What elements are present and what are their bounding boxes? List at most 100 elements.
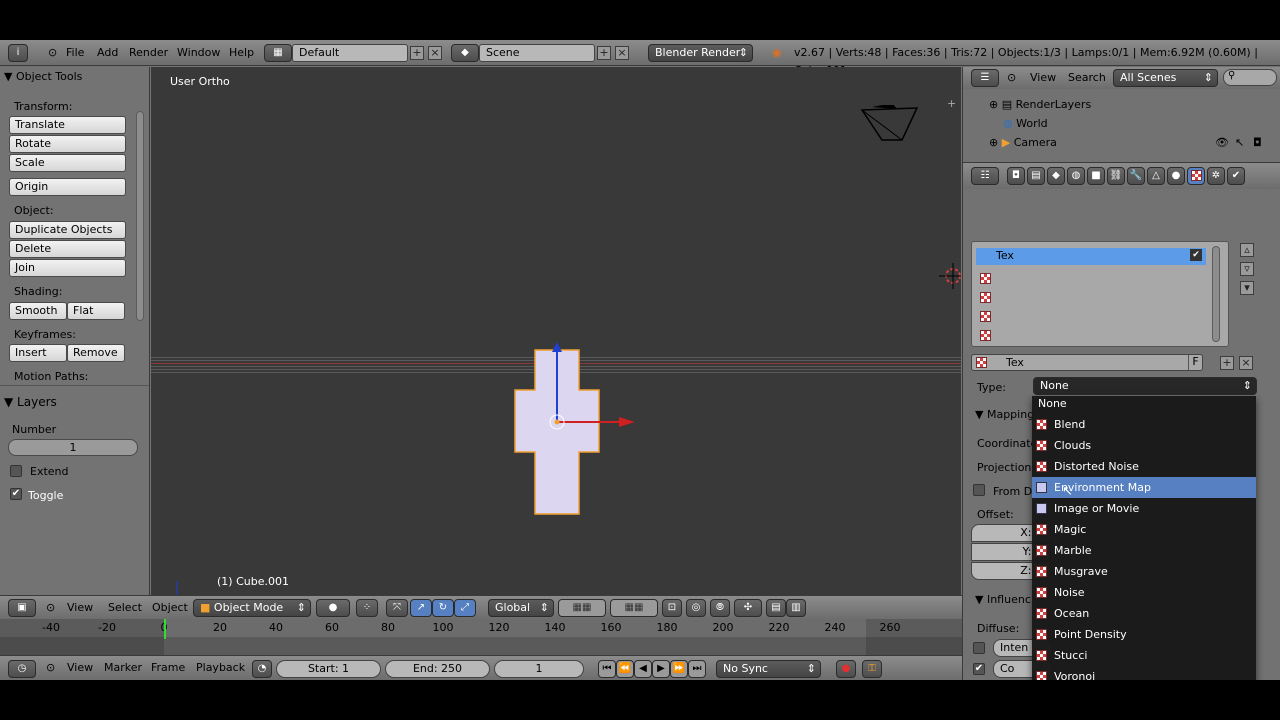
play-reverse-icon[interactable]: ◀ [634, 660, 652, 678]
add-scene-icon[interactable]: + [597, 46, 611, 60]
jump-end-icon[interactable]: ⏭ [688, 660, 706, 678]
proportional-edit-icon[interactable]: ◎ [686, 599, 706, 617]
selected-mesh-cube-001[interactable] [511, 342, 651, 522]
move-slot-up-icon[interactable]: ▵ [1240, 243, 1254, 257]
layers-panel-header[interactable]: ▼ Layers [4, 395, 57, 409]
remove-keyframe-button[interactable]: Remove [67, 344, 125, 362]
data-tab-icon[interactable]: △ [1147, 167, 1165, 185]
editor-type-outliner-icon[interactable]: ☰ [971, 69, 999, 87]
rotate-manipulator-icon[interactable]: ↻ [432, 599, 454, 617]
menu-window[interactable]: Window [177, 44, 220, 62]
renderable-camera-icon[interactable]: ◘ [1253, 133, 1262, 152]
texture-slot-empty[interactable] [980, 309, 991, 322]
remove-screen-icon[interactable]: × [428, 46, 442, 60]
menu-item-clouds[interactable]: Clouds [1032, 435, 1256, 456]
rotate-button[interactable]: Rotate [9, 135, 126, 153]
menu-view[interactable]: View [67, 660, 93, 676]
jump-keyframe-back-icon[interactable]: ⏪ [616, 660, 634, 678]
menu-file[interactable]: File [66, 44, 84, 62]
texture-datablock-field[interactable]: Tex F [971, 354, 1203, 371]
menu-view[interactable]: View [1030, 70, 1056, 86]
scene-field[interactable]: Scene [479, 44, 595, 62]
menu-item-voronoi[interactable]: Voronoi [1032, 666, 1256, 680]
start-frame-field[interactable]: Start: 1 [276, 660, 381, 678]
menu-item-marble[interactable]: Marble [1032, 540, 1256, 561]
outliner-row-camera[interactable]: ⊕ ▶ Camera [989, 133, 1057, 152]
origin-button[interactable]: Origin [9, 178, 126, 196]
material-tab-icon[interactable]: ● [1167, 167, 1185, 185]
scale-button[interactable]: Scale [9, 154, 126, 172]
add-texture-icon[interactable]: + [1220, 356, 1234, 370]
render-image-icon[interactable]: ▤ [766, 599, 786, 617]
extend-checkbox[interactable] [10, 465, 22, 477]
menu-help[interactable]: Help [229, 44, 254, 62]
menu-item-noise[interactable]: Noise [1032, 582, 1256, 603]
layers-grid-a[interactable]: ▦▦ [558, 599, 606, 617]
screen-layout-icon[interactable]: ▦ [264, 44, 292, 62]
scale-manipulator-icon[interactable]: ⤢ [454, 599, 476, 617]
translate-button[interactable]: Translate [9, 116, 126, 134]
texture-tab-icon[interactable] [1187, 167, 1205, 185]
preview-range-icon[interactable]: ◔ [252, 660, 272, 678]
texture-slot-enabled-checkbox[interactable]: ✔ [1190, 249, 1202, 261]
3d-viewport[interactable]: User Ortho + (1) Cube.001 [151, 67, 961, 595]
menu-item-ocean[interactable]: Ocean [1032, 603, 1256, 624]
flat-button[interactable]: Flat [67, 302, 125, 320]
world-tab-icon[interactable]: ◍ [1067, 167, 1085, 185]
header-collapse-icon[interactable]: ⊙ [46, 600, 55, 616]
menu-item-point-density[interactable]: Point Density [1032, 624, 1256, 645]
texture-slot-scrollbar[interactable] [1212, 246, 1220, 342]
editor-type-timeline-icon[interactable]: ◷ [8, 660, 36, 678]
delete-button[interactable]: Delete [9, 240, 126, 258]
editor-type-info-icon[interactable]: i [8, 44, 28, 62]
menu-item-magic[interactable]: Magic [1032, 519, 1256, 540]
viewport-expand-icon[interactable]: + [947, 97, 956, 110]
texture-slot-empty[interactable] [980, 328, 991, 341]
editor-type-3d-icon[interactable]: ▣ [8, 599, 36, 617]
timeline-editor[interactable]: -40 -20 0 20 40 60 80 100 120 140 160 18… [0, 619, 962, 655]
translate-manipulator-icon[interactable]: ↗ [410, 599, 432, 617]
mode-select[interactable]: ■ Object Mode ⇕ [193, 599, 311, 617]
snap-element-icon[interactable]: ✣ [734, 599, 762, 617]
expand-icon[interactable]: ⊕ [989, 136, 998, 149]
layer-number-field[interactable]: 1 [8, 439, 138, 456]
remove-scene-icon[interactable]: × [615, 46, 629, 60]
keying-set-icon[interactable]: ⚿ [862, 660, 882, 678]
menu-render[interactable]: Render [129, 44, 168, 62]
render-tab-icon[interactable]: ◘ [1007, 167, 1025, 185]
constraints-tab-icon[interactable]: ⛓ [1107, 167, 1125, 185]
current-frame-indicator[interactable] [164, 619, 166, 639]
menu-item-musgrave[interactable]: Musgrave [1032, 561, 1256, 582]
particles-tab-icon[interactable]: ✲ [1207, 167, 1225, 185]
outliner-row-renderlayers[interactable]: ⊕ ▤ RenderLayers [989, 95, 1091, 114]
menu-object[interactable]: Object [152, 600, 188, 616]
outliner-search-input[interactable]: ⚲ [1223, 69, 1277, 86]
camera-object-icon[interactable] [857, 105, 927, 145]
sync-mode-select[interactable]: No Sync ⇕ [716, 660, 821, 678]
scene-icon[interactable]: ◆ [451, 44, 479, 62]
menu-search[interactable]: Search [1068, 70, 1106, 86]
layers-grid-b[interactable]: ▦▦ [610, 599, 658, 617]
texture-slot-empty[interactable] [980, 290, 991, 303]
object-tab-icon[interactable]: ■ [1087, 167, 1105, 185]
modifiers-tab-icon[interactable]: 🔧 [1127, 167, 1145, 185]
texture-type-select[interactable]: None ⇕ [1033, 377, 1257, 395]
header-collapse-icon[interactable]: ⊙ [1007, 70, 1016, 86]
menu-marker[interactable]: Marker [104, 660, 142, 676]
menu-item-environment-map[interactable]: Environment Map ↖ [1032, 477, 1256, 499]
mapping-panel-header[interactable]: ▼ Mapping [975, 408, 1034, 421]
menu-item-image-or-movie[interactable]: Image or Movie [1032, 498, 1256, 519]
intensity-checkbox[interactable] [973, 642, 985, 654]
menu-select[interactable]: Select [108, 600, 142, 616]
pivot-point-icon[interactable]: ⁘ [356, 599, 378, 617]
menu-playback[interactable]: Playback [196, 660, 245, 676]
visibility-eye-icon[interactable]: 👁 [1215, 133, 1229, 152]
object-tools-panel-header[interactable]: ▼ Object Tools [4, 70, 82, 83]
manipulator-icon[interactable]: ⤧ [386, 599, 408, 617]
fake-user-button[interactable]: F [1188, 355, 1202, 370]
render-layers-tab-icon[interactable]: ▤ [1027, 167, 1045, 185]
texture-slot-empty[interactable] [980, 271, 991, 284]
join-button[interactable]: Join [9, 259, 126, 277]
jump-keyframe-forward-icon[interactable]: ⏩ [670, 660, 688, 678]
unlink-texture-icon[interactable]: × [1239, 356, 1253, 370]
